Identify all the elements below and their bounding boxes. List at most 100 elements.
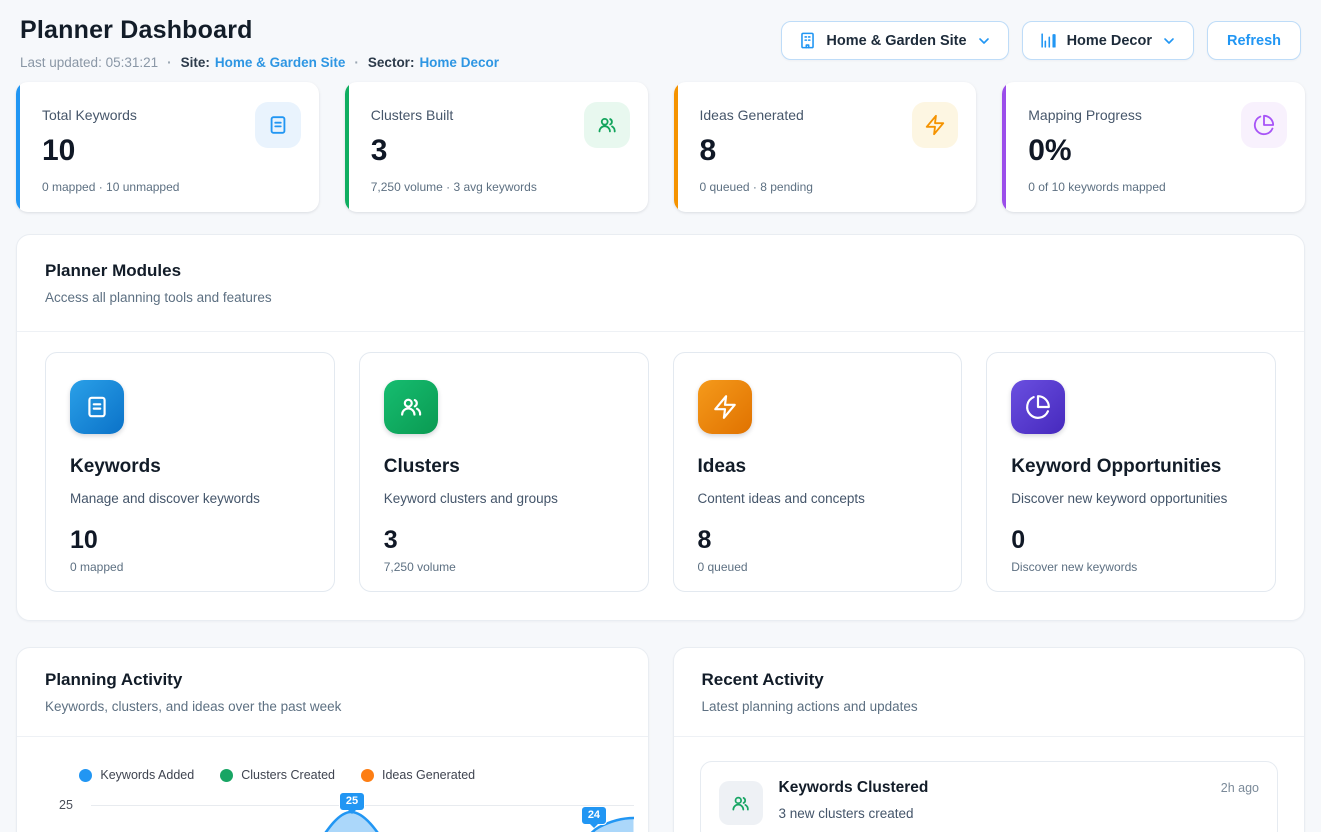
page-header: Planner Dashboard Last updated: 05:31:21…	[16, 16, 1305, 70]
legend-item-keywords-added[interactable]: Keywords Added	[79, 768, 194, 782]
users-icon	[384, 380, 438, 434]
data-point-label: 24	[581, 806, 607, 825]
module-value: 3	[384, 526, 624, 555]
planning-activity-panel: Planning Activity Keywords, clusters, an…	[16, 647, 649, 832]
legend-dot	[79, 769, 92, 782]
module-description: Keyword clusters and groups	[384, 491, 624, 506]
module-card-clusters[interactable]: Clusters Keyword clusters and groups 3 7…	[359, 352, 649, 592]
stat-value: 10	[42, 134, 255, 170]
module-value: 10	[70, 526, 310, 555]
zap-icon	[912, 102, 958, 148]
users-icon	[584, 102, 630, 148]
planner-modules-panel: Planner Modules Access all planning tool…	[16, 234, 1305, 621]
module-subtitle: Discover new keywords	[1011, 560, 1251, 574]
stat-accent-bar	[1002, 82, 1006, 212]
activity-item-time: 2h ago	[1221, 779, 1259, 795]
divider	[17, 736, 648, 737]
recent-activity-title: Recent Activity	[702, 670, 1277, 690]
y-axis-tick: 25	[59, 798, 73, 812]
activity-item-description: 3 new clusters created	[779, 806, 1260, 821]
header-meta: Last updated: 05:31:21 · Site: Home & Ga…	[20, 55, 499, 70]
stat-subtitle: 0 of 10 keywords mapped	[1028, 180, 1287, 196]
header-titles: Planner Dashboard Last updated: 05:31:21…	[20, 16, 499, 70]
module-title: Keywords	[70, 456, 310, 478]
activity-item-top: Keywords Clustered 2h ago	[779, 779, 1260, 797]
stat-value: 0%	[1028, 134, 1241, 170]
site-meta: Site: Home & Garden Site	[181, 55, 346, 70]
site-link[interactable]: Home & Garden Site	[215, 55, 346, 70]
recent-activity-subtitle: Latest planning actions and updates	[702, 699, 1277, 714]
module-subtitle: 0 queued	[698, 560, 938, 574]
activity-line-chart: 25 25 24	[17, 794, 648, 832]
recent-activity-header: Recent Activity Latest planning actions …	[674, 648, 1305, 736]
bottom-row: Planning Activity Keywords, clusters, an…	[16, 647, 1305, 832]
stat-accent-bar	[674, 82, 678, 212]
planning-activity-header: Planning Activity Keywords, clusters, an…	[17, 648, 648, 736]
refresh-button[interactable]: Refresh	[1207, 21, 1301, 60]
module-card-ideas[interactable]: Ideas Content ideas and concepts 8 0 que…	[673, 352, 963, 592]
stat-card-ideas-generated: Ideas Generated 8 0 queued · 8 pending	[674, 82, 977, 212]
module-value: 8	[698, 526, 938, 555]
stat-value: 8	[700, 134, 913, 170]
last-updated-text: Last updated: 05:31:21	[20, 55, 158, 70]
module-description: Content ideas and concepts	[698, 491, 938, 506]
stat-card-total-keywords: Total Keywords 10 0 mapped · 10 unmapped	[16, 82, 319, 212]
document-icon	[70, 380, 124, 434]
modules-panel-header: Planner Modules Access all planning tool…	[17, 235, 1304, 331]
data-point-label: 25	[339, 792, 365, 811]
divider	[674, 736, 1305, 737]
legend-dot	[361, 769, 374, 782]
stat-cards-row: Total Keywords 10 0 mapped · 10 unmapped…	[16, 82, 1305, 212]
page-title: Planner Dashboard	[20, 16, 499, 45]
meta-separator: ·	[167, 55, 172, 70]
module-title: Clusters	[384, 456, 624, 478]
stat-label: Total Keywords	[42, 102, 255, 125]
document-icon	[255, 102, 301, 148]
module-title: Ideas	[698, 456, 938, 478]
stat-value: 3	[371, 134, 584, 170]
chart-legend: Keywords Added Clusters Created Ideas Ge…	[17, 768, 538, 782]
stat-accent-bar	[345, 82, 349, 212]
legend-label: Clusters Created	[241, 768, 335, 782]
sector-selector-label: Home Decor	[1067, 33, 1152, 49]
stat-accent-bar	[16, 82, 20, 212]
stat-subtitle: 0 mapped · 10 unmapped	[42, 180, 301, 196]
module-description: Discover new keyword opportunities	[1011, 491, 1251, 506]
stat-label: Mapping Progress	[1028, 102, 1241, 125]
zap-icon	[698, 380, 752, 434]
bar-chart-icon	[1039, 31, 1058, 50]
site-selector-dropdown[interactable]: Home & Garden Site	[781, 21, 1008, 60]
module-title: Keyword Opportunities	[1011, 456, 1251, 478]
sector-selector-dropdown[interactable]: Home Decor	[1022, 21, 1194, 60]
module-card-keyword-opportunities[interactable]: Keyword Opportunities Discover new keywo…	[986, 352, 1276, 592]
module-description: Manage and discover keywords	[70, 491, 310, 506]
stat-label: Clusters Built	[371, 102, 584, 125]
legend-dot	[220, 769, 233, 782]
stat-subtitle: 0 queued · 8 pending	[700, 180, 959, 196]
site-selector-label: Home & Garden Site	[826, 33, 966, 49]
stat-card-clusters-built: Clusters Built 3 7,250 volume · 3 avg ke…	[345, 82, 648, 212]
activity-item-keywords-clustered[interactable]: Keywords Clustered 2h ago 3 new clusters…	[700, 761, 1279, 832]
site-label: Site:	[181, 55, 210, 70]
chart-plot-area: 25 24	[91, 794, 634, 832]
meta-separator: ·	[354, 55, 359, 70]
sector-link[interactable]: Home Decor	[419, 55, 499, 70]
stat-subtitle: 7,250 volume · 3 avg keywords	[371, 180, 630, 196]
module-card-keywords[interactable]: Keywords Manage and discover keywords 10…	[45, 352, 335, 592]
legend-label: Keywords Added	[100, 768, 194, 782]
activity-item-body: Keywords Clustered 2h ago 3 new clusters…	[779, 779, 1260, 821]
module-value: 0	[1011, 526, 1251, 555]
users-icon	[719, 781, 763, 825]
planning-activity-subtitle: Keywords, clusters, and ideas over the p…	[45, 699, 620, 714]
header-controls: Home & Garden Site Home Decor Refresh	[781, 21, 1301, 60]
legend-item-ideas-generated[interactable]: Ideas Generated	[361, 768, 475, 782]
legend-label: Ideas Generated	[382, 768, 475, 782]
chevron-down-icon	[1161, 33, 1177, 49]
planning-activity-title: Planning Activity	[45, 670, 620, 690]
module-subtitle: 0 mapped	[70, 560, 310, 574]
sector-label: Sector:	[368, 55, 415, 70]
stat-card-mapping-progress: Mapping Progress 0% 0 of 10 keywords map…	[1002, 82, 1305, 212]
legend-item-clusters-created[interactable]: Clusters Created	[220, 768, 335, 782]
building-icon	[798, 31, 817, 50]
module-subtitle: 7,250 volume	[384, 560, 624, 574]
